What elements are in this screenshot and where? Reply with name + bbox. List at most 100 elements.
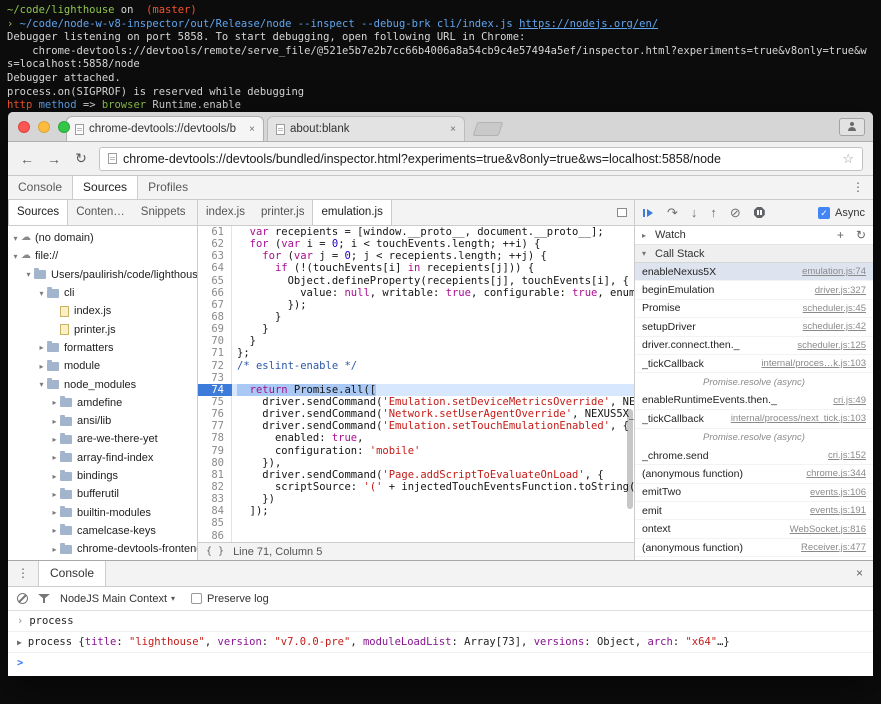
preserve-log-toggle[interactable]: Preserve log (191, 593, 269, 605)
filter-icon[interactable] (38, 593, 50, 604)
tab-sources[interactable]: Sources (72, 176, 138, 199)
call-stack-collapse-icon[interactable]: ▾ (642, 249, 651, 258)
code-line[interactable]: 71}; (198, 347, 634, 359)
line-number[interactable]: 65 (198, 275, 232, 287)
editor-tab-emulation-js[interactable]: emulation.js (312, 200, 391, 225)
code-line[interactable]: 80 }), (198, 457, 634, 469)
tab-close-icon[interactable]: × (450, 124, 456, 135)
pause-on-exceptions-icon[interactable] (754, 207, 765, 218)
line-number[interactable]: 77 (198, 420, 232, 432)
line-number[interactable]: 63 (198, 250, 232, 262)
minimize-window-button[interactable] (38, 121, 50, 133)
code-line[interactable]: 81 driver.sendCommand('Page.addScriptToE… (198, 469, 634, 481)
tree-item-users-paulirish-code-lighthouse[interactable]: ▾Users/paulirish/code/lighthouse (8, 266, 197, 284)
frame-location-link[interactable]: cri.js:49 (833, 395, 866, 406)
tree-item-array-find-index[interactable]: ▸array-find-index (8, 449, 197, 467)
code-line[interactable]: 73 (198, 372, 634, 384)
tree-item-amdefine[interactable]: ▸amdefine (8, 394, 197, 412)
code-line[interactable]: 85 (198, 517, 634, 529)
resume-icon[interactable] (643, 208, 654, 218)
async-toggle[interactable]: ✓ Async (818, 207, 865, 219)
step-out-icon[interactable]: ↑ (710, 206, 717, 219)
line-number[interactable]: 86 (198, 530, 232, 542)
line-number[interactable]: 82 (198, 481, 232, 493)
deactivate-breakpoints-icon[interactable]: ⊘ (730, 206, 741, 219)
frame-location-link[interactable]: internal/proces…k.js:103 (761, 358, 866, 369)
call-stack-frame-emit[interactable]: emitevents.js:191 (635, 502, 873, 520)
browser-tab-about-blank[interactable]: about:blank× (267, 116, 465, 141)
line-number[interactable]: 70 (198, 335, 232, 347)
call-stack-frame-ontext[interactable]: ontextWebSocket.js:816 (635, 520, 873, 538)
code-line[interactable]: 83 }) (198, 493, 634, 505)
code-line[interactable]: 78 enabled: true, (198, 432, 634, 444)
tree-item-ansi-lib[interactable]: ▸ansi/lib (8, 412, 197, 430)
frame-location-link[interactable]: WebSocket.js:816 (790, 524, 866, 535)
line-number[interactable]: 76 (198, 408, 232, 420)
console-prompt[interactable]: > (8, 653, 873, 674)
line-number[interactable]: 64 (198, 262, 232, 274)
refresh-watch-icon[interactable]: ↻ (856, 228, 866, 242)
line-number[interactable]: 71 (198, 347, 232, 359)
new-tab-button[interactable] (473, 122, 504, 136)
tree-item-printer-js[interactable]: printer.js (8, 320, 197, 338)
navigator-tab-sources[interactable]: Sources (8, 200, 68, 225)
call-stack-frame-enableruntimeevents-then[interactable]: enableRuntimeEvents.then._cri.js:49 (635, 392, 873, 410)
code-line[interactable]: 76 driver.sendCommand('Network.setUserAg… (198, 408, 634, 420)
tree-item-node-modules[interactable]: ▾node_modules (8, 375, 197, 393)
call-stack-frame-enablenexus5x[interactable]: enableNexus5Xemulation.js:74 (635, 263, 873, 281)
frame-location-link[interactable]: events.js:191 (810, 505, 866, 516)
code-line[interactable]: 61 var recepients = [window.__proto__, d… (198, 226, 634, 238)
code-line[interactable]: 69 } (198, 323, 634, 335)
code-line[interactable]: 74 return Promise.all([ (198, 384, 634, 396)
async-checkbox[interactable]: ✓ (818, 207, 830, 219)
editor-scrollbar[interactable] (627, 228, 633, 540)
line-number[interactable]: 85 (198, 517, 232, 529)
call-stack-frame-anonymous-function[interactable]: (anonymous function)Receiver.js:477 (635, 539, 873, 557)
tree-item-cli[interactable]: ▾cli (8, 284, 197, 302)
address-bar[interactable]: chrome-devtools://devtools/bundled/inspe… (99, 147, 863, 171)
devtools-menu-icon[interactable]: ⋮ (843, 176, 873, 199)
navigator-tab-conten[interactable]: Conten… (68, 200, 133, 225)
tree-item-are-we-there-yet[interactable]: ▸are-we-there-yet (8, 430, 197, 448)
line-number[interactable]: 62 (198, 238, 232, 250)
url-text[interactable]: chrome-devtools://devtools/bundled/inspe… (123, 152, 836, 166)
code-line[interactable]: 75 driver.sendCommand('Emulation.setDevi… (198, 396, 634, 408)
code-line[interactable]: 67 }); (198, 299, 634, 311)
frame-location-link[interactable]: chrome.js:344 (806, 468, 866, 479)
code-line[interactable]: 77 driver.sendCommand('Emulation.setTouc… (198, 420, 634, 432)
clear-console-icon[interactable] (17, 593, 28, 604)
call-stack-frame-chrome-send[interactable]: _chrome.sendcri.js:152 (635, 447, 873, 465)
back-button[interactable]: ← (18, 151, 36, 167)
tree-item-chrome-devtools-frontend[interactable]: ▸chrome-devtools-frontend (8, 540, 197, 558)
forward-button[interactable]: → (45, 151, 63, 167)
drawer-menu-icon[interactable]: ⋮ (8, 561, 38, 586)
bookmark-star-icon[interactable]: ☆ (842, 151, 854, 167)
call-stack-frame-emittwo[interactable]: emitTwoevents.js:106 (635, 484, 873, 502)
code-line[interactable]: 72/* eslint-enable */ (198, 360, 634, 372)
code-line[interactable]: 70 } (198, 335, 634, 347)
execution-context-selector[interactable]: NodeJS Main Context ▾ (60, 593, 175, 605)
preserve-log-checkbox[interactable] (191, 593, 202, 604)
code-editor[interactable]: 61 var recepients = [window.__proto__, d… (198, 226, 634, 542)
call-stack-frame-tickcallback[interactable]: _tickCallbackinternal/process/next_tick.… (635, 410, 873, 428)
frame-location-link[interactable]: Receiver.js:477 (801, 542, 866, 553)
tab-profiles[interactable]: Profiles (138, 176, 198, 199)
reload-button[interactable]: ↻ (72, 150, 90, 167)
call-stack-frame-promise[interactable]: Promisescheduler.js:45 (635, 300, 873, 318)
frame-location-link[interactable]: internal/process/next_tick.js:103 (731, 413, 866, 424)
code-line[interactable]: 82 scriptSource: '(' + injectedTouchEven… (198, 481, 634, 493)
code-line[interactable]: 66 value: null, writable: true, configur… (198, 287, 634, 299)
line-number[interactable]: 83 (198, 493, 232, 505)
code-line[interactable]: 84 ]); (198, 505, 634, 517)
frame-location-link[interactable]: events.js:106 (810, 487, 866, 498)
code-line[interactable]: 65 Object.defineProperty(recepients[j], … (198, 275, 634, 287)
code-line[interactable]: 79 configuration: 'mobile' (198, 445, 634, 457)
line-number[interactable]: 61 (198, 226, 232, 238)
tab-console[interactable]: Console (8, 176, 72, 199)
line-number[interactable]: 73 (198, 372, 232, 384)
frame-location-link[interactable]: scheduler.js:125 (797, 340, 866, 351)
watch-section-header[interactable]: ▸ Watch + ↻ (635, 226, 873, 245)
call-stack-frame-beginemulation[interactable]: beginEmulationdriver.js:327 (635, 281, 873, 299)
code-line[interactable]: 62 for (var i = 0; i < touchEvents.lengt… (198, 238, 634, 250)
tree-item-camelcase-keys[interactable]: ▸camelcase-keys (8, 522, 197, 540)
